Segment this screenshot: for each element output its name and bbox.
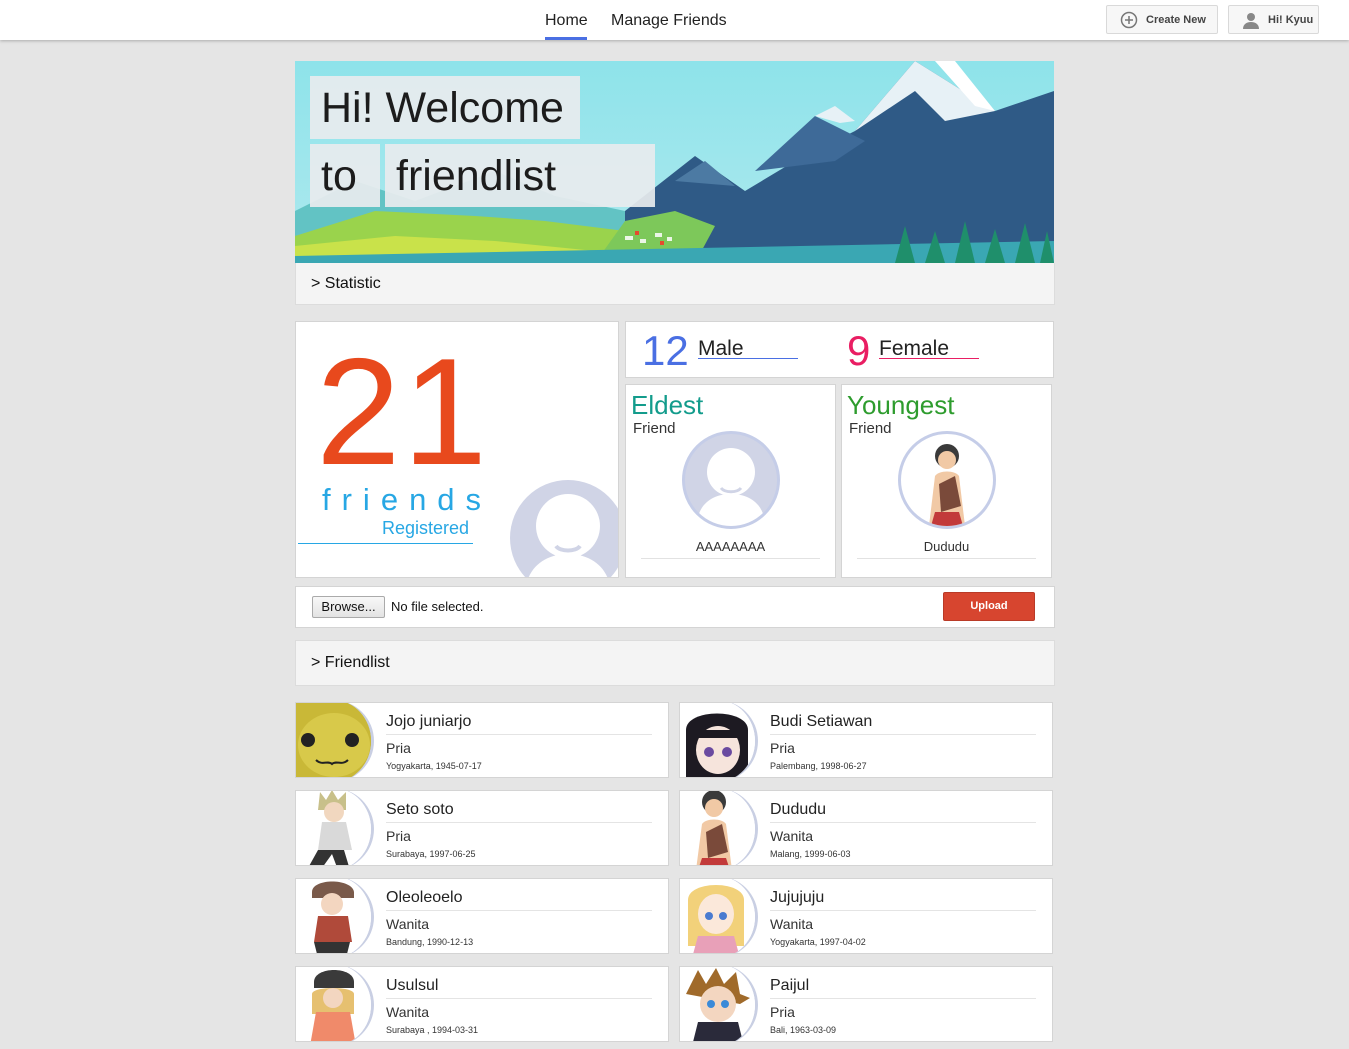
divider	[386, 910, 652, 911]
friend-birth-info: Bali, 1963-03-09	[770, 1025, 837, 1035]
friend-name: Dududu	[770, 801, 827, 818]
default-avatar-icon	[510, 480, 618, 577]
create-new-button[interactable]: Create New	[1106, 5, 1218, 34]
gender-stats-card: 12 Male 9 Female	[625, 321, 1054, 378]
friend-birth-info: Surabaya , 1994-03-31	[386, 1025, 479, 1035]
male-underline	[698, 358, 798, 359]
nav-home-link[interactable]: Home	[545, 12, 588, 30]
friend-gender: Wanita	[770, 828, 814, 844]
female-underline	[879, 358, 979, 359]
nav-manage-friends-link[interactable]: Manage Friends	[611, 12, 727, 30]
youngest-subtitle: Friend	[849, 420, 892, 437]
upload-button[interactable]: Upload	[943, 592, 1035, 621]
friend-gender: Pria	[386, 740, 411, 756]
friend-gender: Pria	[770, 1004, 795, 1020]
divider	[857, 558, 1036, 559]
friend-birth-info: Bandung, 1990-12-13	[386, 937, 474, 947]
friend-avatar	[680, 967, 758, 1041]
friend-card[interactable]: Dududu Wanita Malang, 1999-06-03	[679, 790, 1053, 866]
total-friends-count: 21	[316, 327, 490, 497]
eldest-friend-card[interactable]: Eldest Friend AAAAAAAA	[625, 384, 836, 578]
browse-file-button[interactable]: Browse...	[312, 596, 385, 618]
welcome-heading-to: to	[310, 144, 380, 207]
statistic-section-header[interactable]: > Statistic	[295, 263, 1055, 305]
friend-card[interactable]: Paijul Pria Bali, 1963-03-09	[679, 966, 1053, 1042]
divider	[641, 558, 820, 559]
youngest-friend-card[interactable]: Youngest Friend Dududu	[841, 384, 1052, 578]
friend-avatar	[296, 967, 374, 1041]
user-greeting-label: Hi! Kyuu	[1268, 13, 1314, 26]
friend-avatar	[296, 703, 374, 777]
youngest-title: Youngest	[847, 390, 955, 420]
friend-birth-info: Palembang, 1998-06-27	[770, 761, 867, 771]
friend-gender: Wanita	[770, 916, 814, 932]
friend-name: Jujujuju	[770, 889, 825, 906]
top-nav-bar: Home Manage Friends Create New Hi! Kyuu	[0, 0, 1349, 40]
friend-avatar	[296, 791, 374, 865]
friend-card[interactable]: Budi Setiawan Pria Palembang, 1998-06-27	[679, 702, 1053, 778]
friend-gender: Pria	[386, 828, 411, 844]
total-friends-label: friends	[322, 482, 493, 517]
friend-avatar	[296, 879, 374, 953]
welcome-heading-line1: Hi! Welcome	[310, 76, 580, 139]
friend-avatar	[680, 703, 758, 777]
friend-card[interactable]: Usulsul Wanita Surabaya , 1994-03-31	[295, 966, 669, 1042]
registered-label: Registered	[382, 518, 470, 538]
user-menu-button[interactable]: Hi! Kyuu	[1228, 5, 1319, 34]
plus-circle-icon	[1120, 11, 1138, 29]
friend-card[interactable]: Jojo juniarjo Pria Yogyakarta, 1945-07-1…	[295, 702, 669, 778]
youngest-name: Dududu	[923, 539, 970, 554]
hero-banner: Hi! Welcome to friendlist	[295, 61, 1054, 263]
male-count: 12	[642, 327, 689, 374]
friend-name: Budi Setiawan	[770, 713, 873, 730]
user-icon	[1242, 11, 1260, 29]
friend-birth-info: Malang, 1999-06-03	[770, 849, 851, 859]
friend-card[interactable]: Oleoleoelo Wanita Bandung, 1990-12-13	[295, 878, 669, 954]
divider	[386, 998, 652, 999]
eldest-subtitle: Friend	[633, 420, 676, 437]
divider	[770, 822, 1036, 823]
friend-name: Paijul	[770, 977, 810, 994]
friend-gender: Wanita	[386, 1004, 430, 1020]
youngest-avatar	[898, 431, 996, 529]
total-friends-card: 21 friends Registered	[295, 321, 619, 578]
eldest-avatar	[682, 431, 780, 529]
friend-birth-info: Yogyakarta, 1997-04-02	[770, 937, 866, 947]
friend-name: Oleoleoelo	[386, 889, 463, 906]
friend-avatar	[680, 791, 758, 865]
divider	[386, 822, 652, 823]
friend-card[interactable]: Jujujuju Wanita Yogyakarta, 1997-04-02	[679, 878, 1053, 954]
friend-avatar	[680, 879, 758, 953]
eldest-name: AAAAAAAA	[695, 539, 766, 554]
friendlist-section-header[interactable]: > Friendlist	[295, 640, 1055, 686]
divider	[386, 734, 652, 735]
upload-panel: Browse... No file selected. Upload	[295, 586, 1055, 628]
friend-card[interactable]: Seto soto Pria Surabaya, 1997-06-25	[295, 790, 669, 866]
female-count: 9	[847, 327, 871, 374]
file-status-text: No file selected.	[391, 599, 484, 614]
divider	[298, 543, 473, 544]
friend-name: Usulsul	[386, 977, 439, 994]
divider	[770, 998, 1036, 999]
friend-birth-info: Yogyakarta, 1945-07-17	[386, 761, 482, 771]
divider	[770, 910, 1036, 911]
friend-gender: Pria	[770, 740, 795, 756]
welcome-heading-app-name: friendlist	[385, 144, 655, 207]
friend-name: Seto soto	[386, 801, 454, 818]
active-tab-indicator	[545, 37, 587, 40]
eldest-title: Eldest	[631, 390, 704, 420]
friend-name: Jojo juniarjo	[386, 713, 472, 730]
friend-birth-info: Surabaya, 1997-06-25	[386, 849, 476, 859]
divider	[770, 734, 1036, 735]
create-new-label: Create New	[1146, 13, 1206, 26]
friend-gender: Wanita	[386, 916, 430, 932]
